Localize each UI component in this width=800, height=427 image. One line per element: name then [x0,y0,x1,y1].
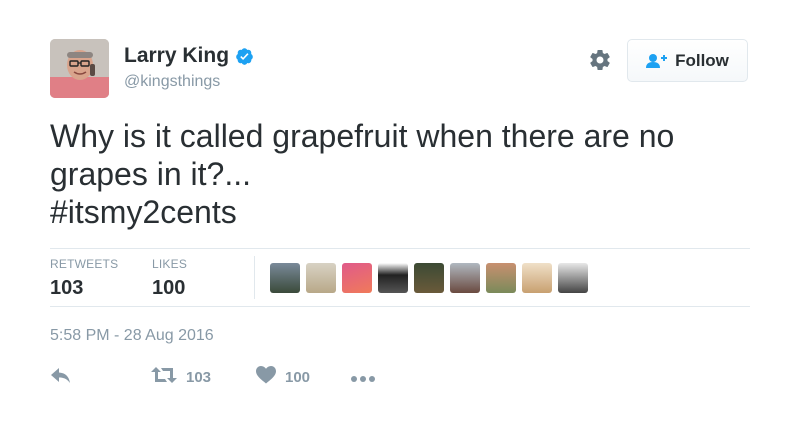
follow-button-label: Follow [675,50,729,70]
like-count: 100 [285,369,311,386]
tweet-text: Why is it called grapefruit when there a… [50,117,750,231]
hashtag-link[interactable]: #itsmy2cents [50,193,750,231]
liker-avatar[interactable] [486,263,516,293]
author-display-name[interactable]: Larry King [124,44,229,68]
retweet-count: 103 [186,369,212,386]
liker-avatars [270,263,594,293]
retweet-button[interactable]: 103 [151,366,211,389]
divider [50,248,750,249]
like-button[interactable]: 100 [256,366,310,389]
liker-avatar[interactable] [414,263,444,293]
reply-button[interactable] [50,366,72,389]
liker-avatar[interactable] [270,263,300,293]
liker-avatar[interactable] [558,263,588,293]
likes-stat[interactable]: LIKES 100 [152,257,187,300]
liker-avatar[interactable] [306,263,336,293]
avatar[interactable] [50,39,109,98]
likes-label: LIKES [152,257,188,271]
divider [254,256,255,299]
liker-avatar[interactable] [450,263,480,293]
likes-count: 100 [152,277,186,299]
more-button[interactable] [350,370,376,388]
liker-avatar[interactable] [342,263,372,293]
add-user-icon [646,53,668,69]
author-name-row[interactable]: Larry King [124,44,254,68]
liker-avatar[interactable] [378,263,408,293]
liker-avatar[interactable] [522,263,552,293]
retweets-stat[interactable]: RETWEETS 103 [50,257,118,300]
divider [50,306,750,307]
reply-icon [50,366,72,389]
retweets-count: 103 [50,277,84,299]
retweets-label: RETWEETS [50,257,119,271]
tweet-text-line: Why is it called grapefruit when there a… [50,118,675,154]
more-icon [350,370,376,388]
tweet-text-line: grapes in it?... [50,156,251,192]
retweet-icon [151,366,177,389]
heart-icon [256,366,276,389]
author-handle[interactable]: @kingsthings [124,73,220,91]
tweet-card: Larry King @kingsthings Follow Why is it [0,0,800,427]
gear-icon[interactable] [588,48,612,72]
follow-button[interactable]: Follow [627,39,748,82]
verified-badge-icon [235,47,254,66]
tweet-timestamp[interactable]: 5:58 PM - 28 Aug 2016 [50,327,214,345]
